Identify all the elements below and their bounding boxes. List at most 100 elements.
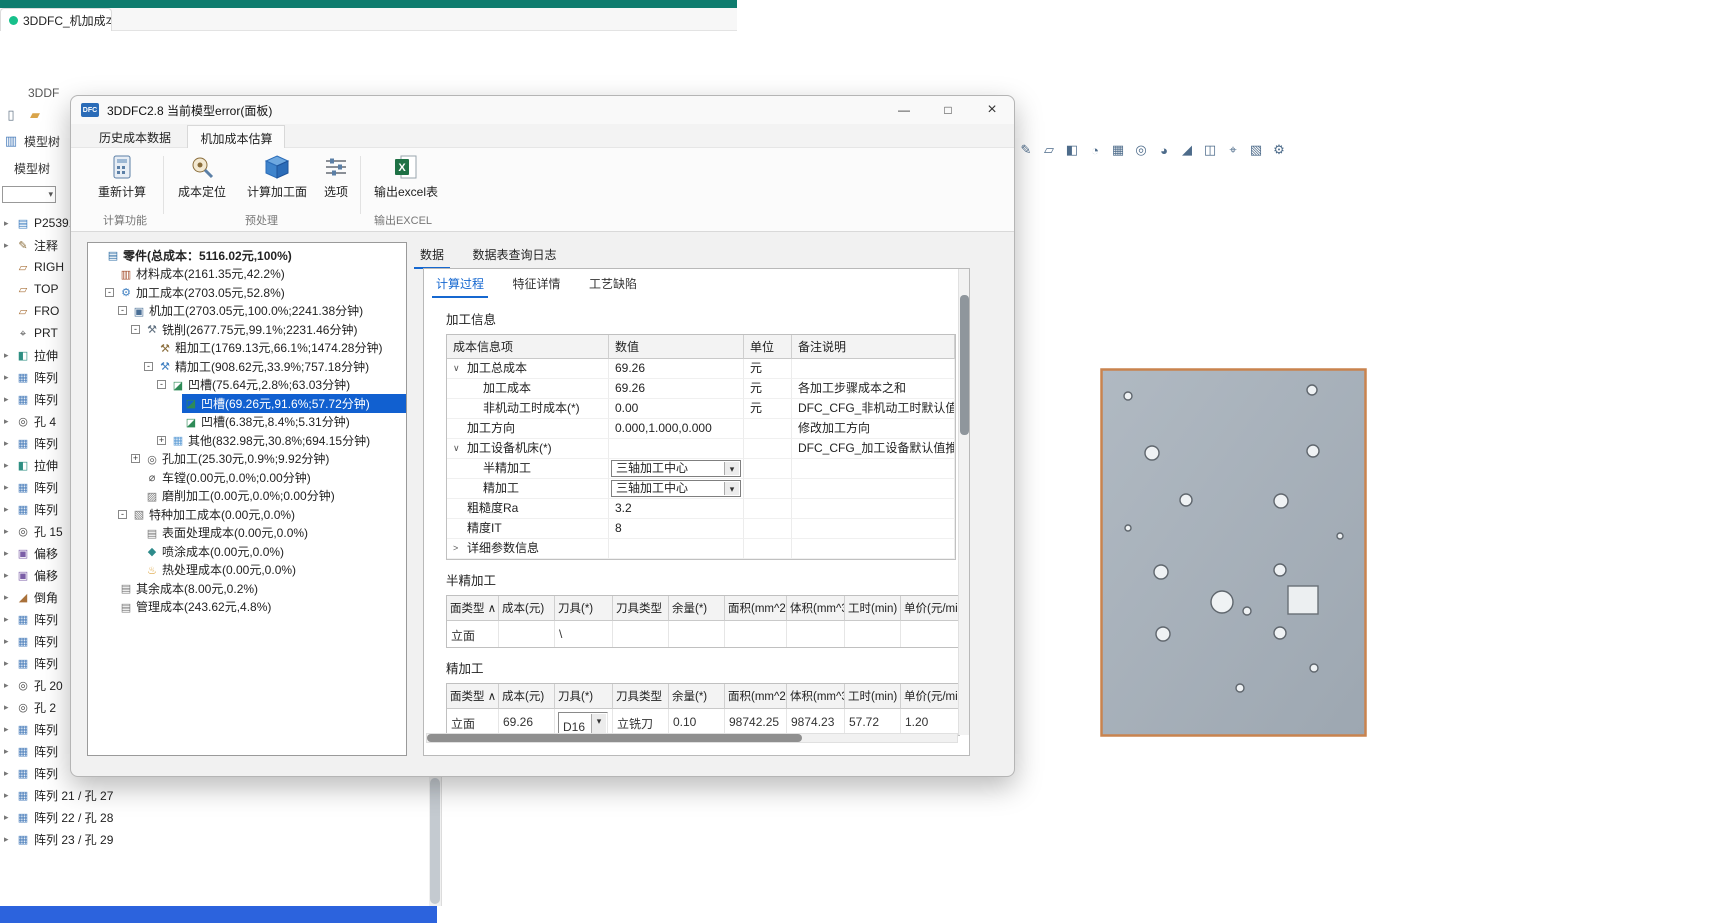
chamfer-tool-icon[interactable]: ◢ [1177, 140, 1197, 160]
expander-icon[interactable]: - [144, 362, 153, 371]
hole-tool-icon[interactable]: ◎ [1131, 140, 1151, 160]
cost-tree-item[interactable]: 材料成本(2161.35元,42.2%) [88, 265, 406, 284]
expander-icon[interactable]: - [105, 288, 114, 297]
expand-arrow-icon[interactable] [4, 724, 12, 735]
col-volume[interactable]: 体积(mm^3) [787, 684, 845, 709]
cost-tree-item[interactable]: - 机加工(2703.05元,100.0%;2241.38分钟) [88, 302, 406, 321]
expand-arrow-icon[interactable] [4, 834, 12, 845]
expand-arrow-icon[interactable] [4, 790, 12, 801]
finish-row[interactable]: 立面 69.26 D16 立铣刀 0.10 98742.25 9874.23 5… [447, 709, 959, 735]
cost-tree-item[interactable]: 管理成本(243.62元,4.8%) [88, 598, 406, 617]
expander-icon[interactable]: - [131, 325, 140, 334]
cost-item-value[interactable]: 0.00 [611, 400, 741, 417]
col-remark[interactable]: 备注说明 [792, 335, 955, 359]
part-preview-viewport[interactable] [1100, 368, 1367, 737]
scrollbar-thumb[interactable] [427, 734, 802, 742]
col-face-type[interactable]: 面类型 ∧ [447, 684, 499, 709]
col-tool-type[interactable]: 刀具类型 [613, 684, 669, 709]
semi-finish-row[interactable]: 立面 \ [447, 621, 959, 647]
cost-tree-item[interactable]: 零件(总成本：5116.02元,100%) [88, 246, 406, 265]
cost-tree-item[interactable]: 热处理成本(0.00元,0.0%) [88, 561, 406, 580]
expand-arrow-icon[interactable] [4, 658, 12, 669]
expand-arrow-icon[interactable] [4, 504, 12, 515]
maximize-button[interactable]: □ [926, 96, 970, 124]
info-table-row[interactable]: >详细参数信息 [447, 539, 955, 559]
row-expander-icon[interactable] [469, 459, 480, 478]
compute-machining-faces-button[interactable]: 计算加工面 [237, 154, 317, 200]
cost-tree-item[interactable]: - 加工成本(2703.05元,52.8%) [88, 283, 406, 302]
col-area[interactable]: 面积(mm^2) [725, 684, 787, 709]
tool-select[interactable]: D16 [558, 712, 608, 735]
tree-filter[interactable] [2, 186, 56, 203]
expand-arrow-icon[interactable] [4, 812, 12, 823]
cost-tree-item[interactable]: 凹槽(69.26元,91.6%;57.72分钟) [88, 394, 406, 413]
col-tool-type[interactable]: 刀具类型 [613, 596, 669, 621]
cost-locate-button[interactable]: 成本定位 [167, 154, 237, 200]
cost-item-value[interactable]: 69.26 [611, 380, 741, 397]
row-expander-icon[interactable] [453, 419, 464, 438]
cost-tree-item[interactable]: - 精加工(908.62元,33.9%;757.18分钟) [88, 357, 406, 376]
row-expander-icon[interactable] [453, 499, 464, 518]
expand-arrow-icon[interactable] [4, 680, 12, 691]
tab-query-log[interactable]: 数据表查询日志 [466, 242, 562, 267]
expander-icon[interactable]: - [118, 510, 127, 519]
info-table-row[interactable]: ∨加工总成本 69.26 元 [447, 359, 955, 379]
expand-arrow-icon[interactable] [4, 460, 12, 471]
row-expander-icon[interactable]: > [453, 539, 464, 558]
pattern-tool-icon[interactable]: ▦ [1108, 140, 1128, 160]
cost-item-value[interactable]: 3.2 [611, 500, 741, 517]
col-tool[interactable]: 刀具(*) [555, 684, 613, 709]
expand-arrow-icon[interactable] [4, 416, 12, 427]
expand-arrow-icon[interactable] [4, 592, 12, 603]
row-expander-icon[interactable] [453, 519, 464, 538]
expand-arrow-icon[interactable] [4, 240, 12, 251]
sketch-icon[interactable]: ✎ [1016, 140, 1036, 160]
col-value[interactable]: 数值 [609, 335, 744, 359]
cost-tree-item[interactable]: + 其他(832.98元,30.8%;694.15分钟) [88, 431, 406, 450]
col-cost[interactable]: 成本(元) [499, 684, 555, 709]
expand-arrow-icon[interactable] [4, 350, 12, 361]
row-expander-icon[interactable] [469, 479, 480, 498]
expander-icon[interactable]: + [157, 436, 166, 445]
col-time[interactable]: 工时(min) [845, 684, 901, 709]
col-allowance[interactable]: 余量(*) [669, 596, 725, 621]
round-icon[interactable]: ◕ [1154, 140, 1174, 160]
tab-calc-process[interactable]: 计算过程 [432, 269, 488, 298]
document-tab[interactable]: 3DDFC_机加成本 [0, 8, 112, 31]
dialog-titlebar[interactable]: DFC 3DDFC2.8 当前模型error(面板) — □ × [71, 96, 1014, 124]
col-face-type[interactable]: 面类型 ∧ [447, 596, 499, 621]
horizontal-scrollbar[interactable] [426, 733, 958, 743]
expander-icon[interactable]: + [131, 454, 140, 463]
expand-arrow-icon[interactable] [4, 482, 12, 493]
tab-data[interactable]: 数据 [414, 242, 450, 269]
expand-arrow-icon[interactable] [4, 218, 12, 229]
cost-tree-item[interactable]: 凹槽(6.38元,8.4%;5.31分钟) [88, 413, 406, 432]
tab-process-defects[interactable]: 工艺缺陷 [585, 269, 641, 296]
expand-arrow-icon[interactable] [4, 526, 12, 537]
tab-feature-details[interactable]: 特征详情 [508, 269, 564, 296]
cost-tree-item[interactable]: 表面处理成本(0.00元,0.0%) [88, 524, 406, 543]
row-expander-icon[interactable] [469, 399, 480, 418]
info-table-row[interactable]: 非机动工时成本(*) 0.00 元 DFC_CFG_非机动工时默认值(DFC_C… [447, 399, 955, 419]
info-table-row[interactable]: 精度IT 8 [447, 519, 955, 539]
recalculate-button[interactable]: 重新计算 [87, 154, 157, 200]
row-expander-icon[interactable] [469, 379, 480, 398]
scrollbar-thumb[interactable] [960, 295, 969, 435]
model-tree-item[interactable]: 阵列 23 / 孔 29 [0, 828, 430, 850]
cost-tree-item[interactable]: 粗加工(1769.13元,66.1%;1474.28分钟) [88, 339, 406, 358]
info-table-row[interactable]: 加工方向 0.000,1.000,0.000 修改加工方向 [447, 419, 955, 439]
col-area[interactable]: 面积(mm^2) [725, 596, 787, 621]
cell-tool[interactable]: \ [555, 621, 613, 647]
cost-tree-item[interactable]: 其余成本(8.00元,0.2%) [88, 579, 406, 598]
plane-icon[interactable]: ▱ [1039, 140, 1059, 160]
cost-tree-item[interactable]: + 孔加工(25.30元,0.9%;9.92分钟) [88, 450, 406, 469]
cost-item-value[interactable]: 8 [611, 520, 741, 537]
scrollbar-thumb[interactable] [430, 778, 440, 904]
model-tree-item[interactable]: 阵列 21 / 孔 27 [0, 784, 430, 806]
row-expander-icon[interactable]: ∨ [453, 359, 464, 378]
extrude-tool-icon[interactable]: ◧ [1062, 140, 1082, 160]
expand-arrow-icon[interactable] [4, 614, 12, 625]
expand-arrow-icon[interactable] [4, 394, 12, 405]
expand-arrow-icon[interactable] [4, 768, 12, 779]
col-unit-price[interactable]: 单价(元/min) [901, 684, 959, 709]
